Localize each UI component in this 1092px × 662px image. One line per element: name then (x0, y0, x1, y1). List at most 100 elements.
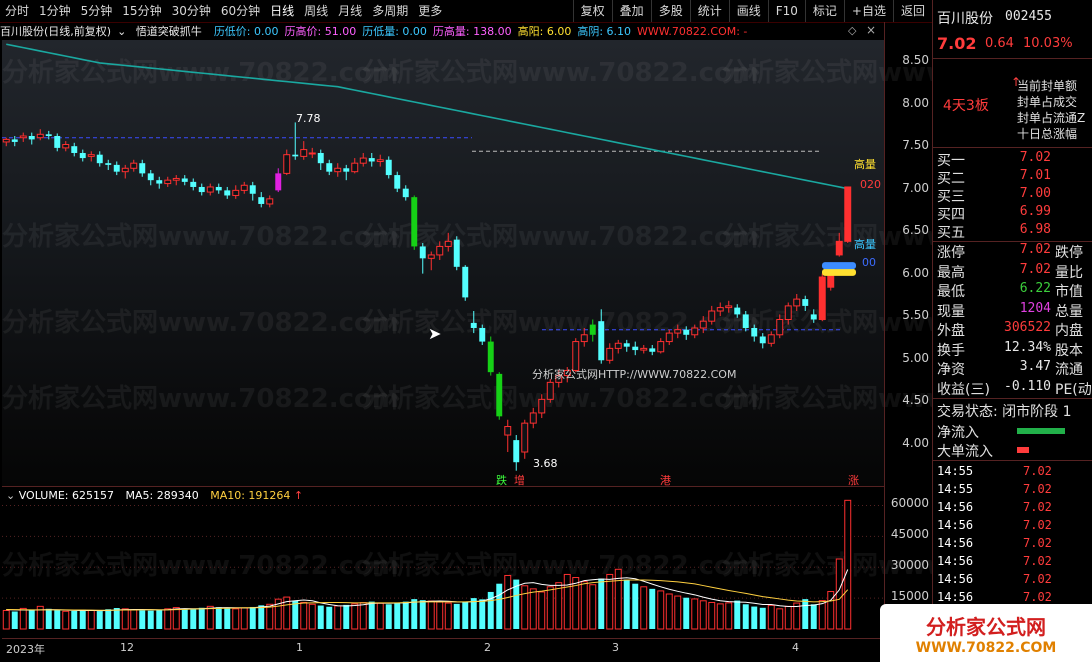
high-volume-tag-2: 高量 (854, 238, 876, 251)
candle (368, 152, 375, 167)
stat-right-label: 流通 (1055, 362, 1083, 378)
stat-row: 现量 1204 总量 (935, 300, 1092, 320)
stat-right-label: PE(动 (1055, 381, 1092, 398)
volume-bar (164, 608, 172, 630)
candle (113, 161, 120, 176)
volume-chart-panel[interactable]: ⌄ VOLUME: 625157 MA5: 289340 MA10: 19126… (2, 486, 1092, 639)
candle (699, 316, 707, 334)
volume-tick-label: 60000 (890, 496, 929, 511)
big-inflow-bar (1017, 447, 1029, 453)
stat-row: 涨停 7.02 跌停 (935, 242, 1092, 261)
volume-bar (130, 609, 138, 630)
volume-bar (818, 600, 826, 630)
toolbar-button[interactable]: 标记 (804, 0, 844, 22)
tab-period[interactable]: 60分钟 (216, 0, 265, 22)
candle (36, 129, 44, 141)
high-price: 历高价: 51.00 (284, 25, 357, 38)
volume-bar (156, 609, 163, 629)
volume-bar (742, 604, 749, 629)
candle (351, 158, 359, 174)
stat-value: 1204 (1019, 300, 1051, 316)
indicator-info-bar: 百川股份(日线,前复权) ⌄ 悟道突破抓牛 历低价: 0.00 历高价: 51.… (0, 22, 884, 40)
volume-bar (343, 604, 350, 629)
candle (632, 341, 639, 356)
stat-value: 3.47 (1019, 359, 1051, 374)
tab-period[interactable]: 30分钟 (167, 0, 216, 22)
volume-bar (563, 573, 571, 630)
candle (589, 319, 596, 342)
volume-bar (835, 558, 843, 630)
toolbar-button[interactable]: +自选 (843, 0, 893, 22)
tab-period[interactable]: 日线 (265, 0, 299, 22)
price-tick-label: 6.50 (902, 223, 929, 238)
volume-bar (2, 609, 10, 630)
tick-price: 7.02 (1023, 536, 1052, 550)
candle (317, 149, 324, 170)
candle (504, 419, 512, 453)
tick-row: 14:55 7.02 (935, 482, 1092, 500)
date-tick-label: 2 (484, 641, 491, 654)
toolbar-button[interactable]: 多股 (650, 0, 690, 22)
tick-price: 7.02 (1023, 500, 1052, 514)
volume-bar (292, 600, 299, 629)
tab-period[interactable]: 月线 (333, 0, 367, 22)
tab-period[interactable]: 分时 (0, 0, 34, 22)
candle (411, 195, 418, 250)
divider (933, 460, 1092, 461)
date-tick-label: 3 (612, 641, 619, 654)
panel-close-icon[interactable]: × (866, 23, 876, 37)
bid-label: 买一 (937, 153, 965, 169)
signal-bar (822, 268, 856, 276)
toolbar-button[interactable]: 叠加 (611, 0, 651, 22)
quote-panel: 百川股份 002455 7.02 0.64 10.03% 4天3板 ↑ 当前封单… (932, 0, 1092, 662)
volume-bar (844, 499, 852, 630)
stat-right-label: 内盘 (1055, 323, 1083, 339)
volume-bar (54, 610, 61, 629)
candle (96, 151, 103, 167)
stat-value: 7.02 (1019, 261, 1051, 277)
candle (249, 181, 256, 201)
bid-label: 买四 (937, 207, 965, 223)
volume-bar (190, 609, 197, 629)
tab-period[interactable]: 15分钟 (117, 0, 166, 22)
toolbar-button[interactable]: 画线 (728, 0, 768, 22)
tab-period[interactable]: 更多 (413, 0, 447, 22)
volume-bar (19, 607, 27, 630)
volume-tick-label: 15000 (890, 589, 929, 604)
toolbar-button[interactable]: F10 (767, 0, 805, 22)
tab-period[interactable]: 多周期 (367, 0, 413, 22)
tab-period[interactable]: 5分钟 (76, 0, 118, 22)
panel-collapse-icon[interactable]: ◇ (848, 24, 856, 37)
candle (479, 324, 486, 345)
candle (462, 265, 469, 301)
volume-bar (172, 607, 180, 630)
net-inflow-label: 净流入 (937, 425, 979, 441)
tab-period[interactable]: 周线 (299, 0, 333, 22)
toolbar-button[interactable]: 统计 (689, 0, 729, 22)
tick-time: 14:56 (937, 590, 974, 604)
stat-right-label: 量比 (1055, 264, 1083, 281)
candle (776, 314, 784, 339)
chart-tools: 复权 叠加 多股 统计 画线 F10 标记 +自选 返回 (572, 0, 932, 22)
volume-bar (87, 609, 95, 630)
price-chart-panel[interactable]: 分析家公式网www.70822.com 分析家公式网www.70822.com … (2, 40, 1092, 487)
volume-bar (462, 601, 469, 629)
volume-bar (147, 610, 154, 629)
volume-bar (708, 601, 716, 630)
tick-price: 7.02 (1023, 590, 1052, 604)
stock-title: 百川股份(日线,前复权) (0, 25, 112, 38)
indicator-dropdown[interactable]: ⌄ 悟道突破抓牛 (117, 23, 208, 39)
tab-period[interactable]: 1分钟 (34, 0, 76, 22)
stat-label: 收益(三) (937, 381, 990, 398)
toolbar-button[interactable]: 复权 (572, 0, 612, 22)
toolbar-button[interactable]: 返回 (892, 0, 932, 22)
stat-row: 收益(三) -0.110 PE(动 (935, 379, 1092, 398)
candle (427, 251, 435, 271)
volume-tick-label: 30000 (890, 558, 929, 573)
candle (172, 175, 180, 186)
candle (326, 159, 333, 176)
candle (28, 132, 35, 145)
candle (835, 232, 843, 257)
volume-bar (62, 610, 70, 630)
candle (683, 326, 690, 340)
